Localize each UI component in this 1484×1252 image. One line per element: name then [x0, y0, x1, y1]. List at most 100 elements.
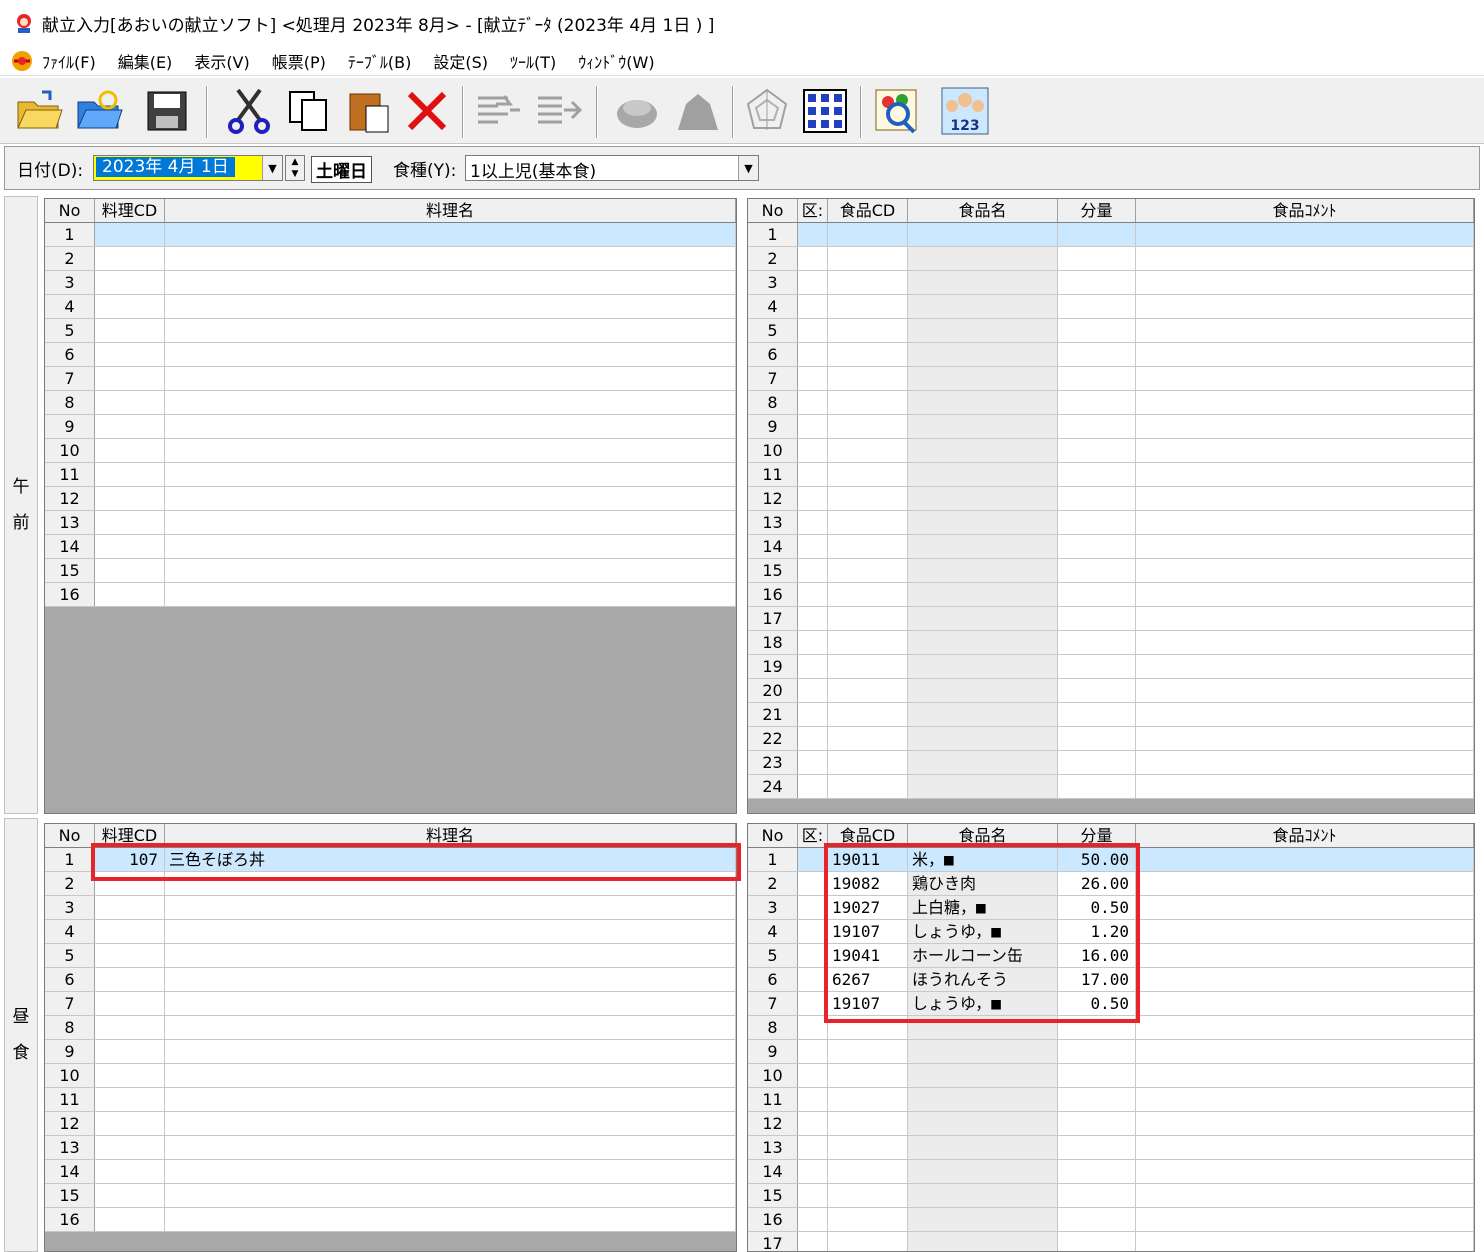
food-comment-cell[interactable]: [1136, 1184, 1474, 1207]
dish-name-cell[interactable]: [165, 920, 736, 943]
dish-name-cell[interactable]: [165, 391, 736, 414]
category-cell[interactable]: [798, 367, 828, 390]
table-row[interactable]: 19: [748, 655, 1474, 679]
food-name-cell[interactable]: [908, 319, 1058, 342]
food-name-cell[interactable]: [908, 631, 1058, 654]
category-cell[interactable]: [798, 463, 828, 486]
food-comment-cell[interactable]: [1136, 583, 1474, 606]
food-cd-cell[interactable]: [828, 343, 908, 366]
category-cell[interactable]: [798, 271, 828, 294]
nutrition-icon[interactable]: [610, 83, 664, 139]
header-food-cd[interactable]: 食品CD: [828, 199, 908, 222]
table-row[interactable]: 13: [45, 1136, 736, 1160]
ranking-icon[interactable]: 123: [938, 83, 992, 139]
dish-cd-cell[interactable]: [95, 391, 165, 414]
table-row[interactable]: 13: [748, 1136, 1474, 1160]
header-food-comment[interactable]: 食品ｺﾒﾝﾄ: [1136, 199, 1474, 222]
food-comment-cell[interactable]: [1136, 487, 1474, 510]
food-cd-cell[interactable]: [828, 1064, 908, 1087]
table-row[interactable]: 3: [748, 271, 1474, 295]
table-row[interactable]: 9: [748, 1040, 1474, 1064]
dish-name-cell[interactable]: [165, 1064, 736, 1087]
food-name-cell[interactable]: [908, 1160, 1058, 1183]
header-no[interactable]: No: [45, 199, 95, 222]
dish-name-cell[interactable]: [165, 415, 736, 438]
category-cell[interactable]: [798, 1208, 828, 1231]
amount-cell[interactable]: [1058, 1232, 1136, 1251]
table-row[interactable]: 6: [748, 343, 1474, 367]
table-row[interactable]: 9: [45, 415, 736, 439]
table-row[interactable]: 6: [45, 968, 736, 992]
dish-name-cell[interactable]: [165, 463, 736, 486]
food-comment-cell[interactable]: [1136, 559, 1474, 582]
dish-cd-cell[interactable]: [95, 319, 165, 342]
table-row[interactable]: 10: [748, 439, 1474, 463]
insert-row-icon[interactable]: [470, 83, 524, 139]
amount-cell[interactable]: [1058, 1136, 1136, 1159]
amount-cell[interactable]: [1058, 391, 1136, 414]
category-cell[interactable]: [798, 535, 828, 558]
food-cd-cell[interactable]: [828, 247, 908, 270]
food-comment-cell[interactable]: [1136, 655, 1474, 678]
amount-cell[interactable]: [1058, 271, 1136, 294]
food-name-cell[interactable]: [908, 223, 1058, 246]
table-row[interactable]: 20: [748, 679, 1474, 703]
food-comment-cell[interactable]: [1136, 463, 1474, 486]
amount-cell[interactable]: [1058, 1112, 1136, 1135]
food-name-cell[interactable]: [908, 1184, 1058, 1207]
dish-name-cell[interactable]: [165, 1016, 736, 1039]
table-row[interactable]: 22: [748, 727, 1474, 751]
table-row[interactable]: 12: [45, 487, 736, 511]
header-no[interactable]: No: [748, 824, 798, 847]
table-row[interactable]: 2: [45, 247, 736, 271]
table-row[interactable]: 14: [45, 535, 736, 559]
dish-cd-cell[interactable]: [95, 223, 165, 246]
food-cd-cell[interactable]: [828, 295, 908, 318]
table-row[interactable]: 15: [45, 1184, 736, 1208]
menu-report[interactable]: 帳票(P): [272, 49, 326, 73]
food-cd-cell[interactable]: [828, 319, 908, 342]
food-comment-cell[interactable]: [1136, 1040, 1474, 1063]
dish-name-cell[interactable]: [165, 1184, 736, 1207]
food-name-cell[interactable]: [908, 343, 1058, 366]
table-row[interactable]: 18: [748, 631, 1474, 655]
table-row[interactable]: 21: [748, 703, 1474, 727]
table-row[interactable]: 14: [748, 1160, 1474, 1184]
chart-radar-icon[interactable]: [740, 83, 794, 139]
category-cell[interactable]: [798, 631, 828, 654]
dish-cd-cell[interactable]: [95, 415, 165, 438]
amount-cell[interactable]: [1058, 511, 1136, 534]
amount-cell[interactable]: [1058, 703, 1136, 726]
food-name-cell[interactable]: [908, 295, 1058, 318]
food-name-cell[interactable]: [908, 775, 1058, 798]
category-cell[interactable]: [798, 223, 828, 246]
table-row[interactable]: 10: [748, 1064, 1474, 1088]
dish-name-cell[interactable]: [165, 295, 736, 318]
dish-name-cell[interactable]: [165, 1112, 736, 1135]
food-comment-cell[interactable]: [1136, 872, 1474, 895]
header-no[interactable]: No: [748, 199, 798, 222]
food-comment-cell[interactable]: [1136, 1136, 1474, 1159]
food-comment-cell[interactable]: [1136, 703, 1474, 726]
table-row[interactable]: 10: [45, 1064, 736, 1088]
food-cd-cell[interactable]: [828, 1184, 908, 1207]
food-cd-cell[interactable]: [828, 1040, 908, 1063]
food-name-cell[interactable]: [908, 391, 1058, 414]
category-cell[interactable]: [798, 655, 828, 678]
food-comment-cell[interactable]: [1136, 343, 1474, 366]
header-category[interactable]: 区:: [798, 199, 828, 222]
food-comment-cell[interactable]: [1136, 1208, 1474, 1231]
dish-cd-cell[interactable]: [95, 992, 165, 1015]
food-comment-cell[interactable]: [1136, 319, 1474, 342]
food-comment-cell[interactable]: [1136, 896, 1474, 919]
table-row[interactable]: 9: [748, 415, 1474, 439]
dish-cd-cell[interactable]: [95, 439, 165, 462]
dish-name-cell[interactable]: [165, 1160, 736, 1183]
grid-icon[interactable]: [798, 83, 852, 139]
table-row[interactable]: 2: [748, 247, 1474, 271]
food-comment-cell[interactable]: [1136, 631, 1474, 654]
dish-name-cell[interactable]: [165, 1136, 736, 1159]
food-comment-cell[interactable]: [1136, 1088, 1474, 1111]
food-cd-cell[interactable]: [828, 1232, 908, 1251]
food-cd-cell[interactable]: [828, 607, 908, 630]
